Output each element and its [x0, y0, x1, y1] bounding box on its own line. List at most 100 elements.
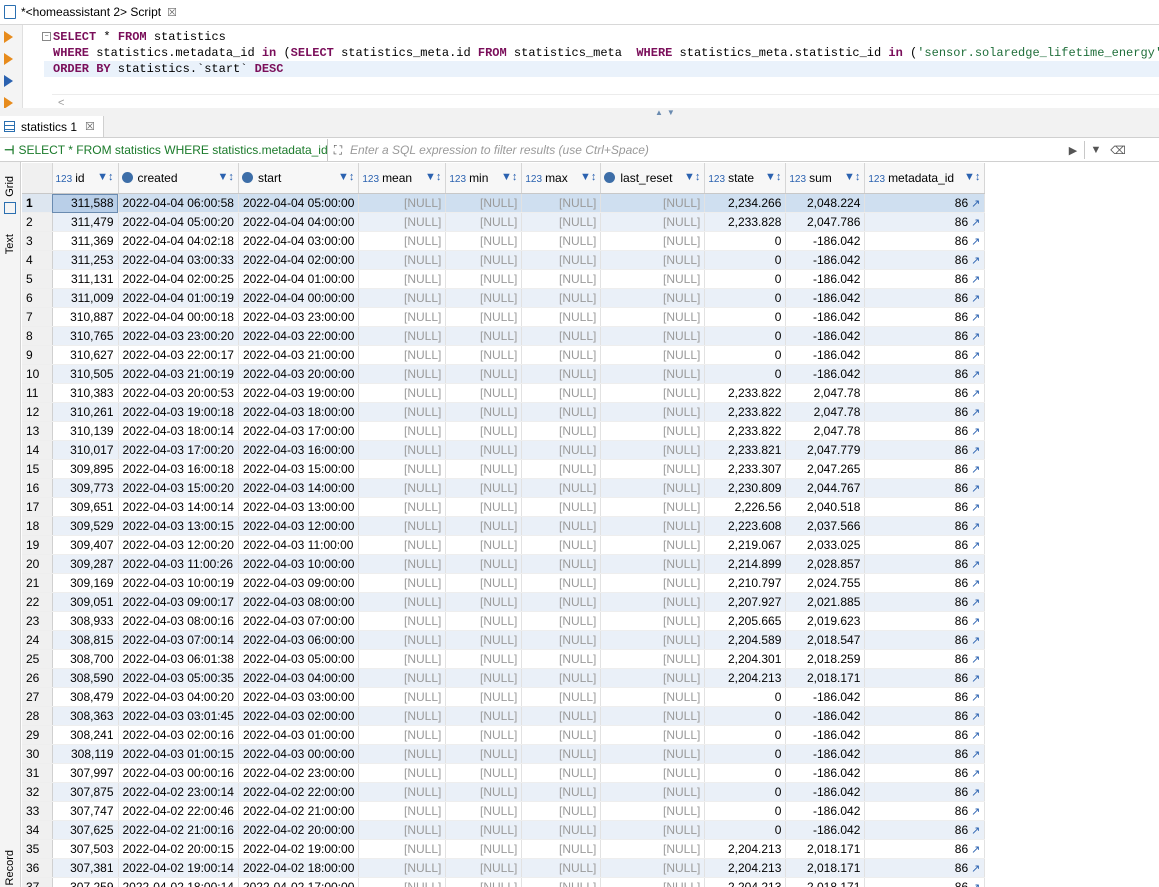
cell-state[interactable]: 2,204.213	[704, 839, 787, 859]
execute-script-icon[interactable]	[4, 53, 16, 65]
row-number[interactable]: 10	[22, 364, 53, 384]
cell-start[interactable]: 2022-04-03 09:00:00	[238, 573, 360, 593]
row-number[interactable]: 15	[22, 459, 53, 479]
cell-metadata-id[interactable]: 86↗	[864, 649, 986, 669]
foreign-key-link-icon[interactable]: ↗	[971, 825, 980, 837]
cell-id[interactable]: 311,131	[52, 269, 119, 289]
cell-sum[interactable]: 2,047.78	[785, 421, 866, 441]
row-number[interactable]: 14	[22, 440, 53, 460]
foreign-key-link-icon[interactable]: ↗	[971, 692, 980, 704]
cell-start[interactable]: 2022-04-04 02:00:00	[238, 250, 360, 270]
table-row[interactable]: 11 310,383 2022-04-03 20:00:53 2022-04-03 1…	[22, 383, 986, 403]
cell-created[interactable]: 2022-04-03 07:00:14	[118, 630, 239, 650]
foreign-key-link-icon[interactable]: ↗	[971, 806, 980, 818]
cell-min[interactable]: [NULL]	[445, 839, 523, 859]
cell-last-reset[interactable]: [NULL]	[600, 706, 706, 726]
foreign-key-link-icon[interactable]: ↗	[971, 255, 980, 267]
cell-created[interactable]: 2022-04-03 06:01:38	[118, 649, 239, 669]
cell-sum[interactable]: 2,018.259	[785, 649, 866, 669]
cell-state[interactable]: 2,233.822	[704, 383, 787, 403]
cell-sum[interactable]: 2,028.857	[785, 554, 866, 574]
cell-created[interactable]: 2022-04-02 20:00:15	[118, 839, 239, 859]
row-number[interactable]: 29	[22, 725, 53, 745]
cell-mean[interactable]: [NULL]	[358, 402, 447, 422]
tab-grid[interactable]: Grid	[4, 176, 16, 197]
cell-metadata-id[interactable]: 86↗	[864, 516, 986, 536]
cell-max[interactable]: [NULL]	[521, 459, 602, 479]
cell-last-reset[interactable]: [NULL]	[600, 725, 706, 745]
cell-mean[interactable]: [NULL]	[358, 326, 447, 346]
cell-id[interactable]: 308,815	[52, 630, 119, 650]
foreign-key-link-icon[interactable]: ↗	[971, 730, 980, 742]
foreign-key-link-icon[interactable]: ↗	[971, 312, 980, 324]
cell-created[interactable]: 2022-04-03 21:00:19	[118, 364, 239, 384]
cell-sum[interactable]: -186.042	[785, 307, 866, 327]
cell-created[interactable]: 2022-04-03 01:00:15	[118, 744, 239, 764]
cell-min[interactable]: [NULL]	[445, 611, 523, 631]
cell-start[interactable]: 2022-04-03 22:00:00	[238, 326, 360, 346]
row-number[interactable]: 25	[22, 649, 53, 669]
cell-state[interactable]: 2,219.067	[704, 535, 787, 555]
cell-metadata-id[interactable]: 86↗	[864, 554, 986, 574]
results-grid[interactable]: 123 id ▼↕ created ▼↕ start ▼↕ 123 mean ▼↕ 123 min ▼↕…	[22, 163, 1159, 887]
cell-sum[interactable]: 2,018.171	[785, 877, 866, 887]
filter-history-icon[interactable]: ▼	[1085, 144, 1107, 156]
row-number[interactable]: 24	[22, 630, 53, 650]
cell-mean[interactable]: [NULL]	[358, 554, 447, 574]
cell-metadata-id[interactable]: 86↗	[864, 744, 986, 764]
cell-id[interactable]: 308,363	[52, 706, 119, 726]
cell-metadata-id[interactable]: 86↗	[864, 497, 986, 517]
cell-min[interactable]: [NULL]	[445, 782, 523, 802]
cell-last-reset[interactable]: [NULL]	[600, 763, 706, 783]
cell-id[interactable]: 307,503	[52, 839, 119, 859]
cell-sum[interactable]: -186.042	[785, 725, 866, 745]
cell-metadata-id[interactable]: 86↗	[864, 630, 986, 650]
cell-state[interactable]: 0	[704, 687, 787, 707]
cell-state[interactable]: 2,207.927	[704, 592, 787, 612]
foreign-key-link-icon[interactable]: ↗	[971, 844, 980, 856]
cell-id[interactable]: 308,700	[52, 649, 119, 669]
row-number[interactable]: 5	[22, 269, 53, 289]
row-number[interactable]: 35	[22, 839, 53, 859]
cell-metadata-id[interactable]: 86↗	[864, 782, 986, 802]
table-row[interactable]: 36 307,381 2022-04-02 19:00:14 2022-04-02 1…	[22, 858, 986, 878]
cell-id[interactable]: 309,407	[52, 535, 119, 555]
cell-id[interactable]: 310,505	[52, 364, 119, 384]
cell-max[interactable]: [NULL]	[521, 573, 602, 593]
cell-mean[interactable]: [NULL]	[358, 231, 447, 251]
cell-start[interactable]: 2022-04-03 12:00:00	[238, 516, 360, 536]
row-number[interactable]: 11	[22, 383, 53, 403]
cell-mean[interactable]: [NULL]	[358, 725, 447, 745]
row-number[interactable]: 8	[22, 326, 53, 346]
cell-state[interactable]: 0	[704, 307, 787, 327]
foreign-key-link-icon[interactable]: ↗	[971, 293, 980, 305]
foreign-key-link-icon[interactable]: ↗	[971, 597, 980, 609]
cell-start[interactable]: 2022-04-04 04:00:00	[238, 212, 360, 232]
cell-min[interactable]: [NULL]	[445, 193, 523, 213]
cell-last-reset[interactable]: [NULL]	[600, 858, 706, 878]
cell-start[interactable]: 2022-04-03 15:00:00	[238, 459, 360, 479]
table-row[interactable]: 13 310,139 2022-04-03 18:00:14 2022-04-03 1…	[22, 421, 986, 441]
row-number[interactable]: 33	[22, 801, 53, 821]
cell-min[interactable]: [NULL]	[445, 231, 523, 251]
table-row[interactable]: 29 308,241 2022-04-03 02:00:16 2022-04-03 0…	[22, 725, 986, 745]
cell-state[interactable]: 2,233.821	[704, 440, 787, 460]
cell-id[interactable]: 311,479	[52, 212, 119, 232]
cell-created[interactable]: 2022-04-03 12:00:20	[118, 535, 239, 555]
cell-max[interactable]: [NULL]	[521, 402, 602, 422]
cell-mean[interactable]: [NULL]	[358, 630, 447, 650]
cell-max[interactable]: [NULL]	[521, 630, 602, 650]
cell-mean[interactable]: [NULL]	[358, 193, 447, 213]
close-icon[interactable]: ☒	[85, 120, 95, 133]
cell-state[interactable]: 0	[704, 782, 787, 802]
table-row[interactable]: 28 308,363 2022-04-03 03:01:45 2022-04-03 0…	[22, 706, 986, 726]
foreign-key-link-icon[interactable]: ↗	[971, 407, 980, 419]
filter-sort-icon[interactable]: ▼↕	[844, 171, 860, 183]
cell-created[interactable]: 2022-04-03 13:00:15	[118, 516, 239, 536]
cell-id[interactable]: 310,017	[52, 440, 119, 460]
cell-state[interactable]: 2,234.266	[704, 193, 787, 213]
foreign-key-link-icon[interactable]: ↗	[971, 635, 980, 647]
cell-state[interactable]: 2,233.307	[704, 459, 787, 479]
cell-mean[interactable]: [NULL]	[358, 269, 447, 289]
cell-mean[interactable]: [NULL]	[358, 592, 447, 612]
